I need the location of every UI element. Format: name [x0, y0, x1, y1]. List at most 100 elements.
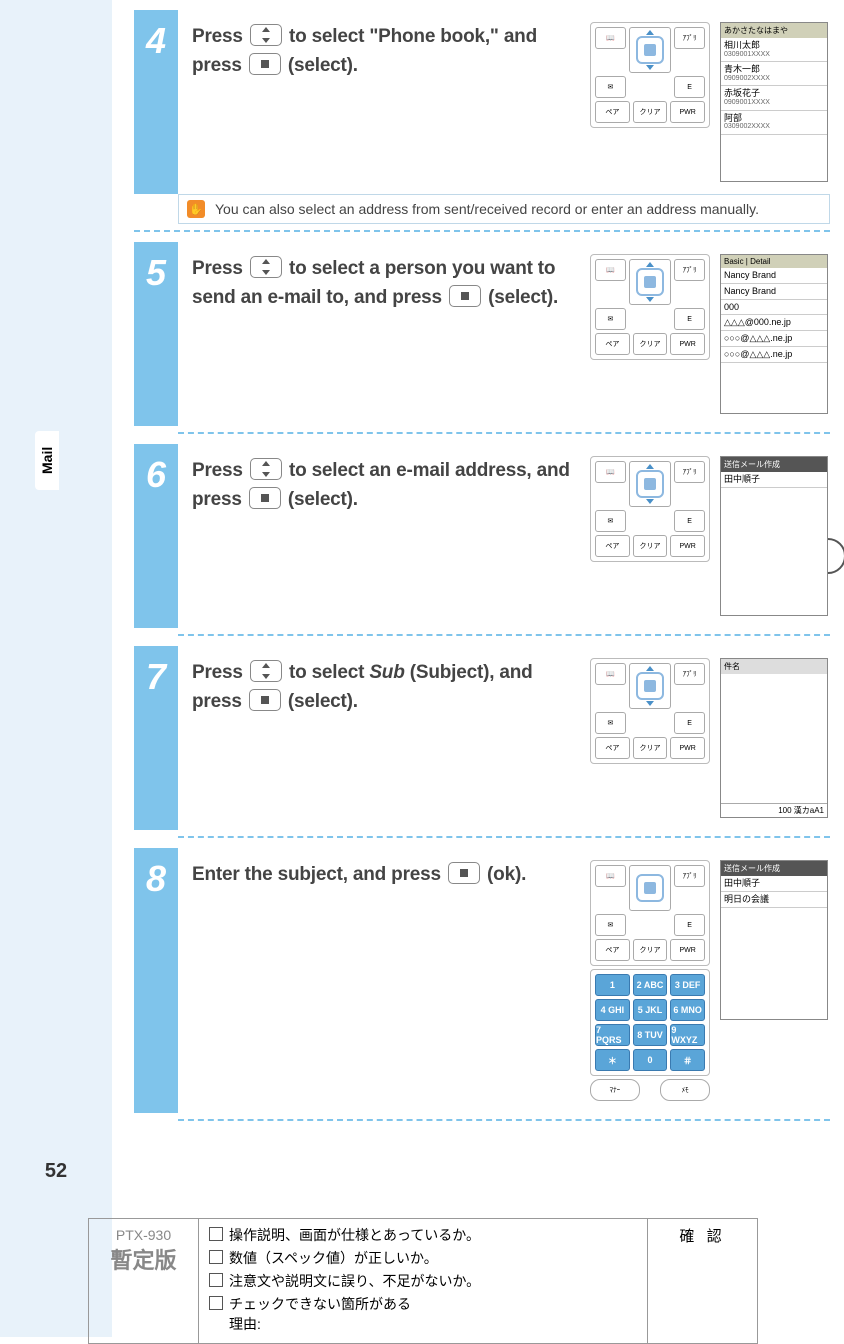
checkbox-icon[interactable]: [209, 1273, 223, 1287]
phone-screen-5: Basic | Detail Nancy BrandNancy Brand000…: [720, 254, 830, 414]
dpad-key-icon: [250, 660, 282, 682]
kp-app-icon: ｱﾌﾟﾘ: [674, 461, 705, 483]
text-fragment: to select: [289, 662, 369, 683]
kp-book-icon: 📖: [595, 259, 626, 281]
step-number: 5: [134, 242, 178, 426]
numpad-key: 6 MNO: [670, 999, 705, 1021]
checkbox-icon[interactable]: [209, 1227, 223, 1241]
kp-memo: ﾒﾓ: [660, 1079, 710, 1101]
review-provisional: 暫定版: [95, 1243, 192, 1275]
step-5: 5 Press to select a person you want to s…: [134, 242, 830, 426]
center-key-icon: [448, 862, 480, 884]
review-check-text: 注意文や説明文に誤り、不足がないか。: [229, 1271, 480, 1291]
kp-mail-icon: ✉: [595, 510, 626, 532]
center-key-icon: [249, 689, 281, 711]
text-fragment: Enter the subject, and press: [192, 864, 446, 885]
keypad-illustration: 📖 ｱﾌﾟﾘ ✉ E ペア クリア PWR: [590, 658, 710, 818]
screen-row: 赤坂花子0909001XXXX: [721, 86, 827, 110]
tip-box: ✋ You can also select an address from se…: [178, 194, 830, 224]
kp-mail-icon: ✉: [595, 308, 626, 330]
numpad-key: 0: [633, 1049, 668, 1071]
screen-header: あかさたなはまや: [721, 23, 827, 38]
step-6: 6 Press to select an e-mail address, and…: [134, 444, 830, 628]
center-key-icon: [249, 487, 281, 509]
numpad-key: 3 DEF: [670, 974, 705, 996]
left-margin: [0, 0, 112, 1337]
tip-icon: ✋: [187, 200, 205, 218]
kp-dpad: [629, 663, 671, 709]
tip-text: You can also select an address from sent…: [215, 201, 759, 217]
step-4-text: Press to select "Phone book," and press …: [192, 22, 580, 182]
kp-pair: ペア: [595, 939, 630, 961]
review-check-line: 注意文や説明文に誤り、不足がないか。: [209, 1271, 637, 1291]
numpad-key: 4 GHI: [595, 999, 630, 1021]
kp-pair: ペア: [595, 333, 630, 355]
dpad-key-icon: [250, 256, 282, 278]
kp-app-icon: ｱﾌﾟﾘ: [674, 27, 705, 49]
step-number: 7: [134, 646, 178, 830]
text-fragment: Press: [192, 26, 248, 47]
screen-row: 明日の会議: [721, 892, 827, 908]
numpad-key: 2 ABC: [633, 974, 668, 996]
checkbox-icon[interactable]: [209, 1250, 223, 1264]
review-check-line: 数値（スペック値）が正しいか。: [209, 1248, 637, 1268]
step-8: 8 Enter the subject, and press (ok). 📖 ｱ…: [134, 848, 830, 1113]
kp-dpad: [629, 461, 671, 507]
kp-dpad: [629, 259, 671, 305]
kp-book-icon: 📖: [595, 865, 626, 887]
kp-e-icon: E: [674, 510, 705, 532]
keypad-illustration: 📖 ｱﾌﾟﾘ ✉ E ペア クリア PWR: [590, 456, 710, 616]
step-4: 4 Press to select "Phone book," and pres…: [134, 10, 830, 194]
review-check-text: 数値（スペック値）が正しいか。: [229, 1248, 438, 1268]
kp-e-icon: E: [674, 76, 705, 98]
kp-mail-icon: ✉: [595, 76, 626, 98]
screen-row: Nancy Brand: [721, 268, 827, 284]
kp-pwr: PWR: [670, 737, 705, 759]
review-check-line: 操作説明、画面が仕様とあっているか。: [209, 1225, 637, 1245]
kp-pwr: PWR: [670, 939, 705, 961]
center-key-icon: [249, 53, 281, 75]
kp-book-icon: 📖: [595, 27, 626, 49]
screen-row: 田中順子: [721, 472, 827, 488]
step-8-text: Enter the subject, and press (ok).: [192, 860, 580, 1101]
kp-pair: ペア: [595, 101, 630, 123]
review-check-text: チェックできない箇所がある 理由:: [229, 1294, 411, 1334]
text-fragment: (select).: [288, 55, 358, 76]
screen-header: 送信メール作成: [721, 861, 827, 876]
numpad-key: 1: [595, 974, 630, 996]
kp-mail-icon: ✉: [595, 712, 626, 734]
side-tab-mail: Mail: [35, 431, 59, 490]
kp-e-icon: E: [674, 308, 705, 330]
sub-glyph: Sub: [369, 662, 404, 683]
review-checklist-box: PTX-930 暫定版 操作説明、画面が仕様とあっているか。数値（スペック値）が…: [88, 1218, 758, 1344]
step-number: 6: [134, 444, 178, 628]
kp-app-icon: ｱﾌﾟﾘ: [674, 865, 705, 887]
step-separator: [178, 836, 830, 838]
screen-row: 相川太郎0309001XXXX: [721, 38, 827, 62]
keypad-illustration-full: 📖 ｱﾌﾟﾘ ✉ E ペア クリア PWR: [590, 860, 710, 1101]
numpad-key: 5 JKL: [633, 999, 668, 1021]
kp-clear: クリア: [633, 333, 668, 355]
step-number: 8: [134, 848, 178, 1113]
text-fragment: Press: [192, 662, 248, 683]
screen-row: ○○○@△△△.ne.jp: [721, 347, 827, 363]
center-key-icon: [449, 285, 481, 307]
screen-row: 阿部0309002XXXX: [721, 111, 827, 135]
kp-pair: ペア: [595, 737, 630, 759]
screen-row: ○○○@△△△.ne.jp: [721, 331, 827, 347]
kp-book-icon: 📖: [595, 461, 626, 483]
checkbox-icon[interactable]: [209, 1296, 223, 1310]
kp-e-icon: E: [674, 914, 705, 936]
screen-header: Basic | Detail: [721, 255, 827, 268]
kp-pwr: PWR: [670, 333, 705, 355]
keypad-illustration: 📖 ｱﾌﾟﾘ ✉ E ペア クリア PWR: [590, 254, 710, 414]
screen-row: 田中順子: [721, 876, 827, 892]
kp-clear: クリア: [633, 737, 668, 759]
phone-screen-7: 件名 100 漢カaA1: [720, 658, 830, 818]
step-6-text: Press to select an e-mail address, and p…: [192, 456, 580, 616]
kp-dpad: [629, 865, 671, 911]
kp-e-icon: E: [674, 712, 705, 734]
kp-book-icon: 📖: [595, 663, 626, 685]
keypad-illustration: 📖 ｱﾌﾟﾘ ✉ E ペア クリア PWR: [590, 22, 710, 182]
page-number: 52: [0, 1160, 112, 1183]
